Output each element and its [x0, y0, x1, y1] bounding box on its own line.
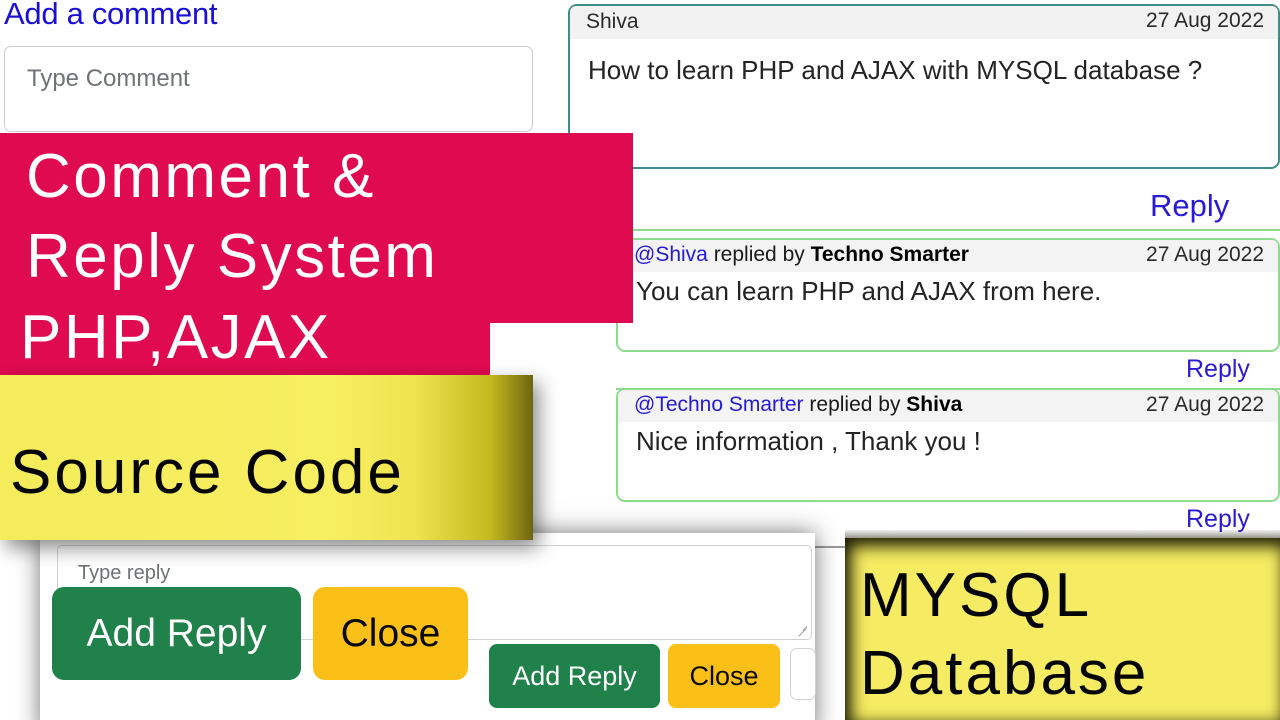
add-reply-button-large[interactable]: Add Reply [52, 587, 301, 680]
reply-text: Nice information , Thank you ! [636, 426, 981, 456]
add-reply-button[interactable]: Add Reply [489, 644, 660, 708]
reply-card: @Shiva replied by Techno Smarter 27 Aug … [616, 238, 1280, 352]
reply-author: Shiva [906, 393, 963, 416]
reply-card: @Techno Smarter replied by Shiva 27 Aug … [616, 388, 1280, 502]
comment-card: Shiva 27 Aug 2022 How to learn PHP and A… [568, 4, 1280, 169]
reply-link[interactable]: Reply [1150, 188, 1229, 224]
reply-date: 27 Aug 2022 [1146, 393, 1264, 416]
close-button[interactable]: Close [668, 644, 780, 708]
reply-mention-line: @Shiva replied by Techno Smarter [634, 243, 969, 267]
reply-text: You can learn PHP and AJAX from here. [636, 276, 1102, 306]
input-stub[interactable] [790, 648, 816, 700]
page-title: Add a comment [4, 0, 218, 31]
resize-handle-icon[interactable] [798, 626, 808, 636]
reply-author: Techno Smarter [810, 243, 969, 266]
reply-date: 27 Aug 2022 [1146, 243, 1264, 266]
reply-header: @Shiva replied by Techno Smarter 27 Aug … [618, 240, 1278, 272]
reply-connector: replied by [707, 243, 811, 266]
close-button-large[interactable]: Close [313, 587, 468, 680]
title-line-2: Reply System [26, 222, 439, 291]
reply-link[interactable]: Reply [1186, 355, 1250, 384]
reply-mention: @Shiva [634, 243, 708, 266]
reply-input-placeholder: Type reply [78, 562, 171, 584]
mysql-label-line-1: MYSQL [860, 561, 1093, 630]
comment-input[interactable]: Type Comment [4, 46, 533, 132]
source-code-label: Source Code [10, 438, 405, 507]
comment-input-placeholder: Type Comment [27, 65, 190, 92]
comment-text: How to learn PHP and AJAX with MYSQL dat… [588, 55, 1203, 85]
comment-header: Shiva 27 Aug 2022 [570, 6, 1278, 39]
comment-date: 27 Aug 2022 [1146, 9, 1264, 32]
reply-mention-line: @Techno Smarter replied by Shiva [634, 393, 962, 417]
reply-header: @Techno Smarter replied by Shiva 27 Aug … [618, 390, 1278, 422]
title-line-1: Comment & [26, 142, 376, 211]
comment-author: Shiva [586, 10, 639, 33]
screenshot-root: Add a comment Type Comment Shiva 27 Aug … [0, 0, 1280, 720]
title-line-3: PHP,AJAX [20, 303, 332, 372]
divider [574, 229, 1280, 231]
reply-mention: @Techno Smarter [634, 393, 804, 416]
mysql-label-line-2: Database [860, 639, 1150, 708]
reply-connector: replied by [803, 393, 907, 416]
